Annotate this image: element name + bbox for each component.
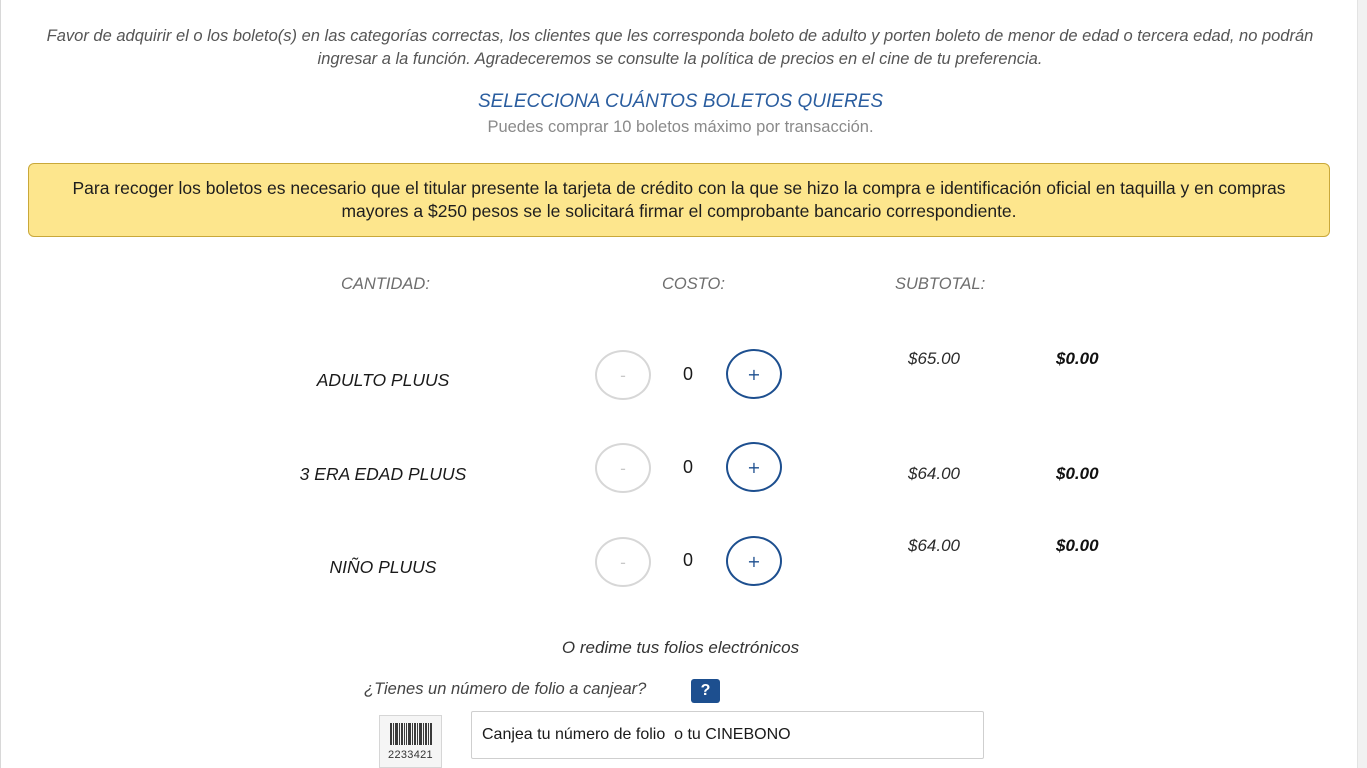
- decrease-adulto-button[interactable]: -: [595, 350, 651, 400]
- select-tickets-title: SELECCIONA CUÁNTOS BOLETOS QUIERES: [477, 91, 884, 112]
- price-nino: $64.00: [908, 536, 960, 555]
- barcode-icon: 2233421: [379, 715, 442, 768]
- quantity-adulto: 0: [682, 364, 693, 384]
- subtotal-tercera-edad: $0.00: [1056, 464, 1099, 483]
- price-tercera-edad: $64.00: [908, 464, 960, 483]
- ticket-type-label: 3 ERA EDAD PLUUS: [299, 464, 467, 484]
- column-header-quantity: CANTIDAD:: [341, 275, 430, 293]
- decrease-nino-button[interactable]: -: [595, 537, 651, 587]
- column-header-cost: COSTO:: [662, 275, 725, 293]
- redeem-folios-title: O redime tus folios electrónicos: [561, 638, 800, 657]
- increase-tercera-edad-button[interactable]: +: [726, 442, 782, 492]
- barcode-number: 2233421: [388, 749, 433, 761]
- pickup-warning-text: Para recoger los boletos es necesario qu…: [72, 178, 1286, 221]
- decrease-tercera-edad-button[interactable]: -: [595, 443, 651, 493]
- help-question-icon[interactable]: ?: [691, 679, 720, 703]
- increase-nino-button[interactable]: +: [726, 536, 782, 586]
- quantity-tercera-edad: 0: [682, 457, 693, 477]
- quantity-nino: 0: [682, 550, 693, 570]
- price-adulto: $65.00: [908, 349, 960, 368]
- folio-code-input[interactable]: [471, 711, 984, 759]
- ticket-type-label: NIÑO PLUUS: [329, 557, 437, 577]
- max-tickets-note: Puedes comprar 10 boletos máximo por tra…: [487, 118, 874, 136]
- column-header-subtotal: SUBTOTAL:: [895, 275, 986, 293]
- category-notice: Favor de adquirir el o los boleto(s) en …: [46, 27, 1314, 68]
- ticket-type-label: ADULTO PLUUS: [316, 370, 450, 390]
- increase-adulto-button[interactable]: +: [726, 349, 782, 399]
- help-question-glyph: ?: [700, 682, 711, 699]
- subtotal-adulto: $0.00: [1056, 349, 1099, 368]
- subtotal-nino: $0.00: [1056, 536, 1099, 555]
- folio-question-label: ¿Tienes un número de folio a canjear?: [364, 680, 647, 698]
- ticket-selection-page: Favor de adquirir el o los boleto(s) en …: [0, 0, 1367, 768]
- pickup-warning-box: Para recoger los boletos es necesario qu…: [28, 163, 1330, 237]
- barcode-bars: [389, 723, 432, 745]
